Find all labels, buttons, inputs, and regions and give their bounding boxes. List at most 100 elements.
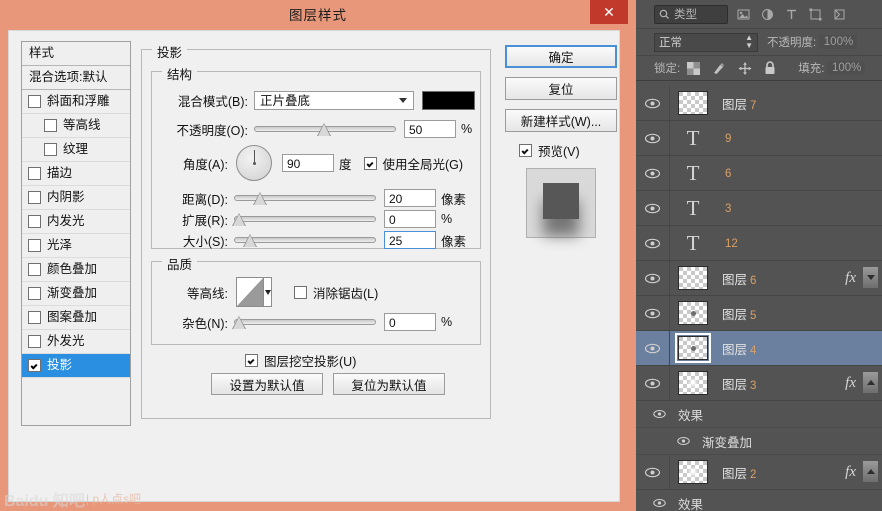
shape-filter-icon[interactable] [809,8,822,21]
contour-picker[interactable] [236,277,272,307]
layer-thumbnail[interactable] [678,266,708,290]
eye-icon[interactable] [645,203,660,214]
eye-icon-wrap[interactable] [636,86,670,120]
eye-icon-wrap[interactable] [636,436,694,446]
eye-icon-wrap[interactable] [636,261,670,295]
checkbox-icon[interactable] [28,95,41,108]
style-list-item[interactable]: 光泽 [22,234,130,258]
layer-effect-row[interactable]: 渐变叠加 [636,428,882,455]
style-list-item[interactable]: 内阴影 [22,186,130,210]
eye-icon-wrap[interactable] [636,455,670,489]
eye-icon-wrap[interactable] [636,331,670,365]
eye-icon[interactable] [645,133,660,144]
antialias-checkbox[interactable]: 消除锯齿(L) [294,283,378,302]
checkbox-icon[interactable] [28,239,41,252]
eye-icon[interactable] [645,273,660,284]
size-slider-thumb[interactable] [243,234,257,247]
eye-icon-wrap[interactable] [636,156,670,190]
spread-input[interactable]: 0 [384,210,436,228]
distance-slider[interactable] [234,189,376,207]
layer-row[interactable]: 图层 4 [636,331,882,366]
style-list-item[interactable]: 斜面和浮雕 [22,90,130,114]
angle-input[interactable]: 90 [282,154,334,172]
spread-slider-thumb[interactable] [232,213,246,226]
layers-list[interactable]: 图层 7 T 9 T 6 T 3 T 12 图层 6 fx 图层 5 图层 4 图层 3 fx 效果 渐变叠加 图层 2 fx 效… [636,86,882,511]
expand-effects-toggle[interactable] [863,267,878,288]
eye-icon[interactable] [677,436,690,446]
layer-thumbnail[interactable] [678,371,708,395]
blend-mode-select[interactable]: 正片叠底 [254,90,414,110]
checkbox-icon[interactable] [28,191,41,204]
reset-button[interactable]: 复位 [505,77,617,100]
layer-row[interactable]: T6 [636,156,882,191]
eye-icon-wrap[interactable] [636,226,670,260]
eye-icon[interactable] [653,498,666,508]
blending-options-item[interactable]: 混合选项:默认 [22,66,130,90]
layer-row[interactable]: 图层 2 fx [636,455,882,490]
eye-icon[interactable] [645,343,660,354]
opacity-slider-thumb[interactable] [317,123,331,136]
checkbox-icon[interactable] [28,263,41,276]
layer-row[interactable]: 图层 3 fx [636,366,882,401]
chevron-down-icon[interactable] [264,278,271,306]
eye-icon[interactable] [653,409,666,419]
style-list-item[interactable]: 描边 [22,162,130,186]
fx-icon[interactable]: fx [845,464,856,481]
layer-effects-row[interactable]: 效果 [636,490,882,511]
fx-icon[interactable]: fx [845,375,856,392]
distance-input[interactable]: 20 [384,189,436,207]
eye-icon-wrap[interactable] [636,121,670,155]
ok-button[interactable]: 确定 [505,45,617,68]
layer-thumbnail[interactable] [678,460,708,484]
lock-transparent-pixels-icon[interactable] [687,61,701,75]
size-slider[interactable] [234,231,376,249]
style-list-item[interactable]: 内发光 [22,210,130,234]
style-list-item[interactable]: 等高线 [22,114,130,138]
style-list[interactable]: 样式 混合选项:默认 斜面和浮雕 等高线 纹理 描边 内阴影 内发光 光泽 颜色叠加 渐变叠加图… [21,41,131,426]
eye-icon-wrap[interactable] [636,409,670,419]
fill-value[interactable]: 100% [827,61,866,75]
layer-row[interactable]: T 12 [636,226,882,261]
style-list-item[interactable]: 图案叠加 [22,306,130,330]
image-filter-icon[interactable] [737,8,750,21]
checkbox-icon[interactable] [44,143,57,156]
style-list-item[interactable]: 投影 [22,354,130,378]
style-list-item[interactable]: 颜色叠加 [22,258,130,282]
close-icon[interactable]: ✕ [590,0,628,24]
knockout-checkbox[interactable]: 图层挖空投影(U) [245,351,356,370]
fx-icon[interactable]: fx [845,270,856,287]
eye-icon-wrap[interactable] [636,296,670,330]
layer-blend-mode-select[interactable]: 正常 ▲ ▼ [654,32,758,52]
layer-thumbnail[interactable] [678,301,708,325]
style-list-item[interactable]: 外发光 [22,330,130,354]
expand-effects-toggle[interactable] [863,372,878,393]
layer-row[interactable]: 图层 5 [636,296,882,331]
lock-all-icon[interactable] [764,61,776,75]
type-filter-icon[interactable] [785,8,798,21]
spread-slider[interactable] [232,210,376,228]
layer-filter-select[interactable]: 类型 [654,4,728,24]
noise-slider-thumb[interactable] [232,316,246,329]
checkbox-icon[interactable] [28,287,41,300]
layer-row[interactable]: T9 [636,121,882,156]
checkbox-icon[interactable] [28,167,41,180]
style-list-item[interactable]: 渐变叠加 [22,282,130,306]
global-light-checkbox[interactable]: 使用全局光(G) [363,154,463,173]
layer-opacity-value[interactable]: 100% [819,35,858,49]
angle-dial[interactable] [236,145,272,181]
eye-icon[interactable] [645,467,660,478]
checkbox-icon[interactable] [28,359,41,372]
checkbox-icon[interactable] [28,335,41,348]
eye-icon[interactable] [645,238,660,249]
size-input[interactable]: 25 [384,231,436,249]
eye-icon-wrap[interactable] [636,191,670,225]
style-list-item[interactable]: 纹理 [22,138,130,162]
distance-slider-thumb[interactable] [253,192,267,205]
checkbox-icon[interactable] [44,119,57,132]
opacity-input[interactable]: 50 [404,120,456,138]
layer-row[interactable]: 图层 7 [636,86,882,121]
eye-icon[interactable] [645,378,660,389]
lock-position-icon[interactable] [738,61,752,75]
eye-icon[interactable] [645,168,660,179]
layer-effects-row[interactable]: 效果 [636,401,882,428]
